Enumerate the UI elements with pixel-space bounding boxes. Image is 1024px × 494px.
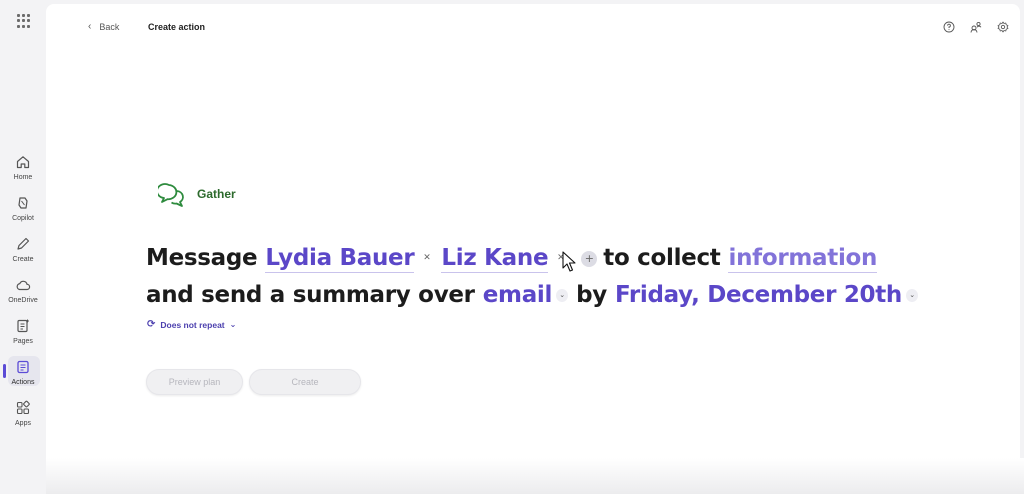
pen-icon xyxy=(17,237,30,250)
remove-recipient-icon[interactable]: ✕ xyxy=(554,252,567,265)
top-toolbar xyxy=(942,20,1010,34)
preview-plan-button[interactable]: Preview plan xyxy=(146,369,243,395)
sentence-text: by xyxy=(576,282,607,308)
plus-icon: + xyxy=(584,252,594,265)
help-button[interactable] xyxy=(942,20,956,34)
repeat-label: Does not repeat xyxy=(160,319,225,330)
sentence-text: to collect xyxy=(603,245,721,271)
sentence-line-1: Message Lydia Bauer ✕ Liz Kane ✕ + to co… xyxy=(146,240,926,277)
app-launcher-icon[interactable] xyxy=(17,14,31,28)
chevron-left-icon: ‹ xyxy=(88,21,92,32)
nav-item-pages[interactable]: Pages xyxy=(0,316,46,352)
nav-label: Apps xyxy=(15,420,31,427)
sentence-text: and send a summary over xyxy=(146,282,475,308)
nav-label: Home xyxy=(13,174,33,181)
share-button[interactable] xyxy=(969,20,983,34)
home-icon xyxy=(16,156,30,169)
nav-label: Copilot xyxy=(12,215,34,222)
bottom-shadow xyxy=(46,458,1024,494)
create-button[interactable]: Create xyxy=(249,369,361,395)
repeat-icon: ⟳ xyxy=(147,319,156,330)
due-date-token[interactable]: Friday, December 20th xyxy=(615,282,902,309)
repeat-dropdown[interactable]: ⟳ Does not repeat ⌄ xyxy=(147,319,236,330)
nav-label: Actions xyxy=(11,379,35,386)
chevron-down-icon: ⌄ xyxy=(229,320,237,329)
action-sentence: Message Lydia Bauer ✕ Liz Kane ✕ + to co… xyxy=(146,240,926,314)
back-button[interactable]: ‹ Back xyxy=(88,21,119,32)
nav-item-copilot[interactable]: Copilot xyxy=(0,193,46,229)
pages-icon xyxy=(17,319,29,333)
recipient-token[interactable]: Lydia Bauer xyxy=(265,245,415,273)
action-category-label: Gather xyxy=(197,187,236,201)
back-label: Back xyxy=(99,21,120,32)
chat-bubbles-icon xyxy=(158,183,184,207)
copilot-icon xyxy=(18,197,28,209)
apps-icon xyxy=(16,400,30,415)
nav-item-actions[interactable]: Actions xyxy=(0,357,46,393)
help-icon xyxy=(943,21,955,33)
remove-recipient-icon[interactable]: ✕ xyxy=(420,252,433,265)
settings-button[interactable] xyxy=(996,20,1010,34)
nav-label: Pages xyxy=(13,338,33,345)
recipient-token[interactable]: Liz Kane xyxy=(441,245,549,273)
main-panel xyxy=(46,4,1020,474)
chevron-down-icon[interactable]: ⌄ xyxy=(906,289,918,302)
page-title: Create action xyxy=(148,22,206,32)
nav-label: Create xyxy=(12,256,34,263)
sentence-text: Message xyxy=(146,245,258,271)
nav-item-apps[interactable]: Apps xyxy=(0,398,46,434)
nav-label: OneDrive xyxy=(8,297,38,304)
sentence-line-2: and send a summary over email ⌄ by Frida… xyxy=(146,277,926,314)
actions-icon xyxy=(17,360,29,374)
nav-item-create[interactable]: Create xyxy=(0,234,46,270)
left-rail: Home Copilot Create OneDrive Pages Actio… xyxy=(0,0,46,494)
nav-item-home[interactable]: Home xyxy=(0,152,46,188)
cloud-icon xyxy=(16,280,31,291)
settings-icon xyxy=(997,21,1009,33)
share-people-icon xyxy=(970,21,982,33)
nav-item-onedrive[interactable]: OneDrive xyxy=(0,275,46,311)
channel-token[interactable]: email xyxy=(483,282,553,309)
topic-token[interactable]: information xyxy=(728,245,877,273)
add-recipient-button[interactable]: + xyxy=(581,250,598,267)
chevron-down-icon[interactable]: ⌄ xyxy=(556,289,569,302)
